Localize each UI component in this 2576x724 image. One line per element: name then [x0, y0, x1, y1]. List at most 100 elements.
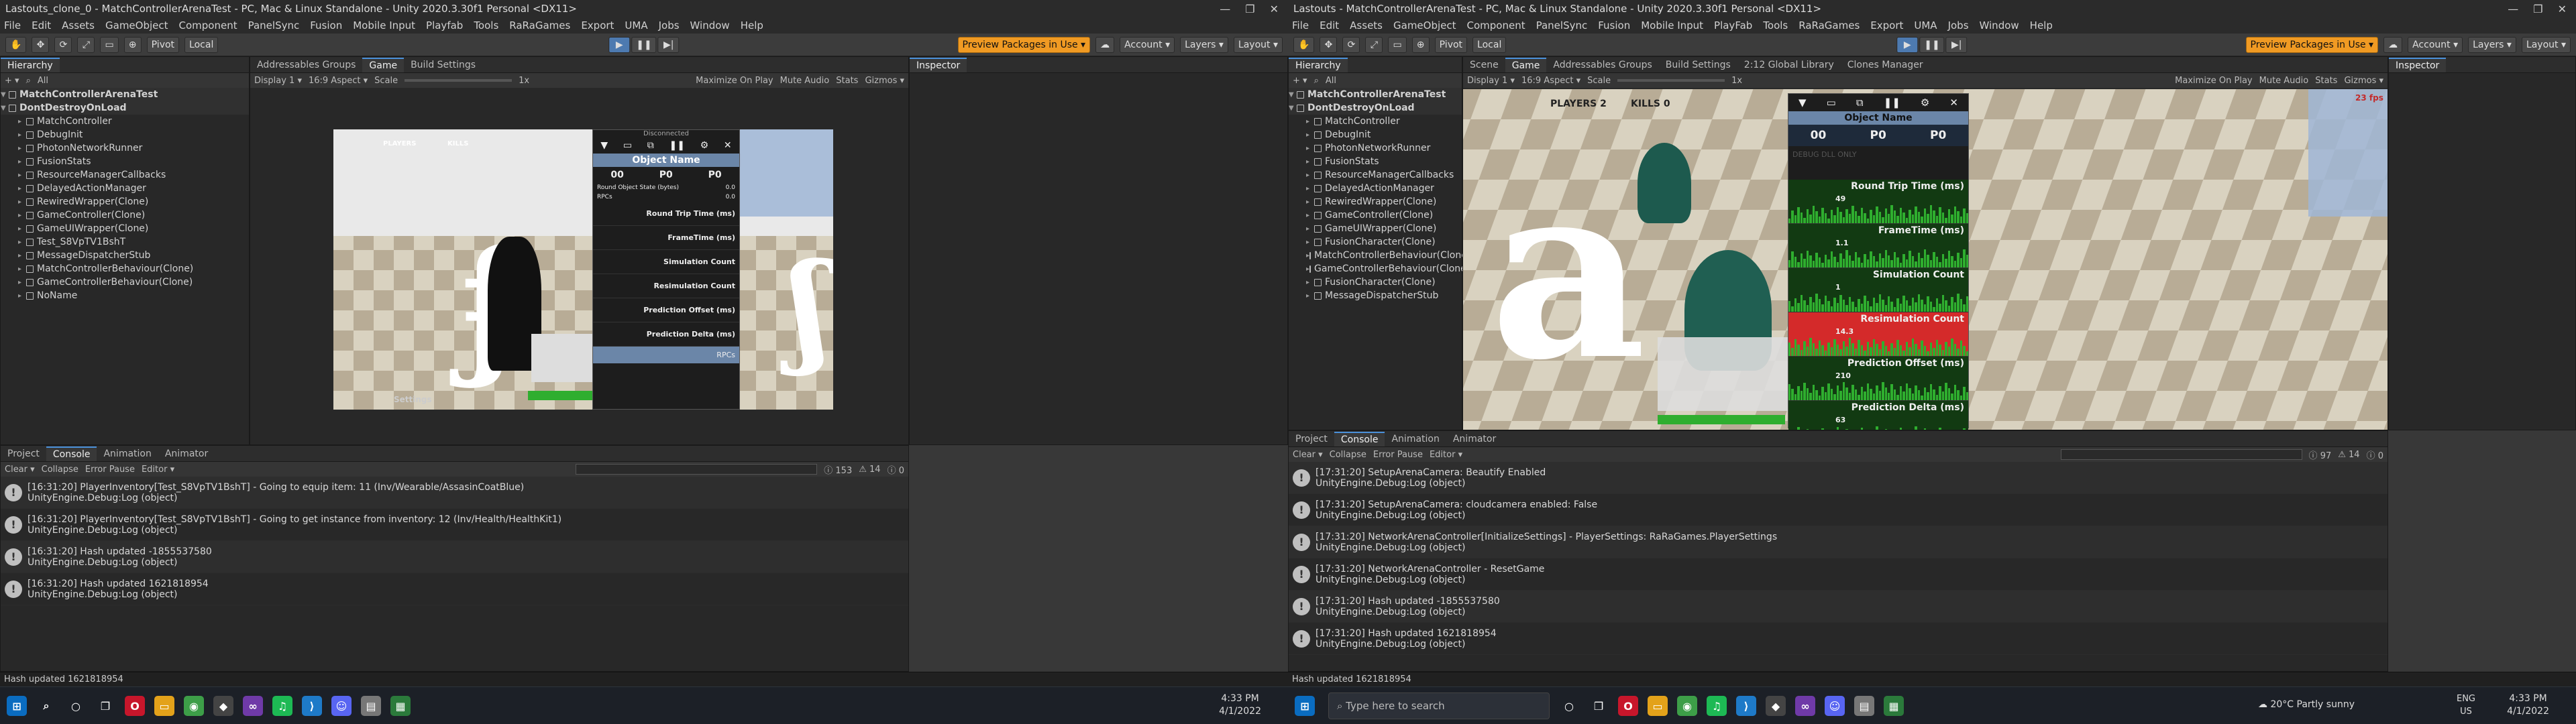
error-count-badge[interactable]: ⓘ 0	[2367, 448, 2383, 461]
expand-arrow-icon[interactable]: ▸	[18, 145, 26, 152]
pause-icon[interactable]: ❚❚	[1884, 97, 1900, 109]
console-search-input[interactable]	[2060, 449, 2302, 460]
menu-help[interactable]: Help	[2030, 19, 2053, 32]
collapse-toggle[interactable]: Collapse	[42, 465, 78, 475]
hierarchy-item[interactable]: ▸ PhotonNetworkRunner	[1289, 141, 1462, 155]
expand-arrow-icon[interactable]: ▸	[18, 131, 26, 139]
hierarchy-item[interactable]: ▸ FusionCharacter(Clone)	[1289, 235, 1462, 249]
expand-arrow-icon[interactable]: ▸	[18, 158, 26, 166]
hierarchy-item[interactable]: ▸ ResourceManagerCallbacks	[1, 168, 249, 182]
menu-mobile-input[interactable]: Mobile Input	[1641, 19, 1703, 32]
task-view-icon[interactable]: ❐	[1589, 696, 1609, 716]
console-search-input[interactable]	[576, 464, 818, 475]
menu-component[interactable]: Component	[179, 19, 237, 32]
aspect-dropdown[interactable]: 16:9 Aspect ▾	[309, 76, 368, 86]
transform-tool-icon[interactable]: ⊕	[123, 36, 142, 53]
scale-tool-icon[interactable]: ⤢	[1365, 36, 1383, 53]
tab-project[interactable]: Project	[1, 446, 46, 461]
expand-arrow-icon[interactable]: ▸	[18, 252, 26, 259]
tab-game[interactable]: Game	[1505, 58, 1547, 72]
warn-count-badge[interactable]: ⚠ 14	[859, 465, 880, 475]
canvas-icon[interactable]: ▭	[1827, 97, 1836, 109]
scene-row[interactable]: ▼ MatchControllerArenaTest	[1, 88, 249, 101]
close-icon[interactable]: ✕	[2558, 3, 2567, 15]
collapse-icon[interactable]: ▼	[1799, 97, 1807, 109]
tab-console[interactable]: Console	[1334, 432, 1385, 446]
hand-tool-icon[interactable]: ✋	[5, 36, 27, 53]
expand-arrow-icon[interactable]: ▸	[1306, 239, 1314, 246]
pivot-toggle[interactable]: Pivot	[1434, 36, 1468, 53]
menu-export[interactable]: Export	[581, 19, 614, 32]
expand-arrow-icon[interactable]: ▸	[18, 185, 26, 192]
expand-arrow-icon[interactable]: ▸	[18, 118, 26, 125]
file-explorer-icon[interactable]: ▭	[154, 696, 174, 716]
gizmos-dropdown[interactable]: Gizmos ▾	[865, 76, 904, 86]
settings-button[interactable]: Settings	[394, 395, 432, 404]
task-view-icon[interactable]: ❐	[95, 696, 115, 716]
unity-icon[interactable]: ◆	[1766, 696, 1786, 716]
app-icon-2[interactable]: ▦	[390, 696, 411, 716]
stats-toggle[interactable]: Stats	[2315, 76, 2337, 86]
menu-edit[interactable]: Edit	[1320, 19, 1339, 32]
hierarchy-item[interactable]: ▸ MatchControllerBehaviour(Clone)	[1, 262, 249, 276]
menu-uma[interactable]: UMA	[1914, 19, 1937, 32]
maximize-icon[interactable]: ❐	[1245, 3, 1254, 15]
expand-arrow-icon[interactable]: ▸	[18, 265, 26, 273]
stats-toggle[interactable]: Stats	[836, 76, 858, 86]
file-explorer-icon[interactable]: ▭	[1648, 696, 1668, 716]
menu-raragames[interactable]: RaRaGames	[509, 19, 570, 32]
expand-arrow-icon[interactable]: ▸	[1306, 118, 1314, 125]
scale-slider[interactable]	[1617, 79, 1725, 82]
mute-audio-toggle[interactable]: Mute Audio	[780, 76, 830, 86]
hierarchy-item[interactable]: ▸ GameControllerBehaviour(Clone)	[1289, 262, 1470, 276]
visual-studio-icon[interactable]: ∞	[1795, 696, 1815, 716]
tab-clones-manager[interactable]: Clones Manager	[1841, 58, 1930, 72]
rect-tool-icon[interactable]: ▭	[100, 36, 119, 53]
game-viewport[interactable]: ʄ ʃ PLAYERS KILLS Settings Disconnected …	[333, 129, 833, 410]
expand-arrow-icon[interactable]: ▸	[1306, 145, 1314, 152]
cloud-icon[interactable]: ☁	[2383, 36, 2403, 53]
display-dropdown[interactable]: Display 1 ▾	[1467, 76, 1515, 86]
app-icon[interactable]: ▤	[361, 696, 381, 716]
cloud-icon[interactable]: ☁	[1095, 36, 1115, 53]
hierarchy-item[interactable]: ▸ FusionStats	[1, 155, 249, 168]
hierarchy-item[interactable]: ▸ RewiredWrapper(Clone)	[1, 195, 249, 208]
tab-build-settings[interactable]: Build Settings	[1659, 58, 1737, 72]
menu-gameobject[interactable]: GameObject	[1393, 19, 1456, 32]
menu-uma[interactable]: UMA	[625, 19, 647, 32]
tab-global-library[interactable]: 2:12 Global Library	[1737, 58, 1841, 72]
hierarchy-item[interactable]: ▸ RewiredWrapper(Clone)	[1289, 195, 1462, 208]
tab-hierarchy[interactable]: Hierarchy	[1, 58, 60, 72]
tab-addressables-groups[interactable]: Addressables Groups	[250, 58, 362, 72]
transform-tool-icon[interactable]: ⊕	[1411, 36, 1430, 53]
expand-arrow-icon[interactable]: ▸	[1306, 212, 1314, 219]
expand-arrow-icon[interactable]: ▸	[18, 279, 26, 286]
expand-arrow-icon[interactable]: ▸	[18, 212, 26, 219]
menu-assets[interactable]: Assets	[1350, 19, 1383, 32]
opera-icon[interactable]: O	[1618, 696, 1638, 716]
step-icon[interactable]: ▶|	[1945, 36, 1968, 53]
copy-icon[interactable]: ⧉	[1856, 97, 1864, 109]
maximize-on-play-toggle[interactable]: Maximize On Play	[696, 76, 773, 86]
spotify-icon[interactable]: ♫	[272, 696, 292, 716]
app-icon-2[interactable]: ▦	[1884, 696, 1904, 716]
play-icon[interactable]: ▶	[608, 36, 631, 53]
clock[interactable]: 4:33 PM 4/1/2022	[2507, 692, 2549, 718]
gizmos-dropdown[interactable]: Gizmos ▾	[2344, 76, 2383, 86]
tab-animator[interactable]: Animator	[158, 446, 215, 461]
hierarchy-item[interactable]: ▸ GameControllerBehaviour(Clone)	[1, 276, 249, 289]
tab-animation[interactable]: Animation	[1385, 432, 1446, 446]
menu-panelsync[interactable]: PanelSync	[1536, 19, 1588, 32]
hierarchy-item[interactable]: ▸ DelayedActionManager	[1289, 182, 1462, 195]
menu-export[interactable]: Export	[1870, 19, 1903, 32]
copy-icon[interactable]: ⧉	[647, 140, 654, 151]
vscode-icon[interactable]: ⟩	[1736, 696, 1756, 716]
hierarchy-search-filter[interactable]: All	[1326, 76, 1336, 86]
menu-help[interactable]: Help	[741, 19, 763, 32]
app-icon[interactable]: ▤	[1854, 696, 1874, 716]
layers-dropdown[interactable]: Layers ▾	[2468, 36, 2516, 53]
spotify-icon[interactable]: ♫	[1707, 696, 1727, 716]
hand-tool-icon[interactable]: ✋	[1293, 36, 1315, 53]
menu-fusion[interactable]: Fusion	[1598, 19, 1630, 32]
play-icon[interactable]: ▶	[1896, 36, 1919, 53]
